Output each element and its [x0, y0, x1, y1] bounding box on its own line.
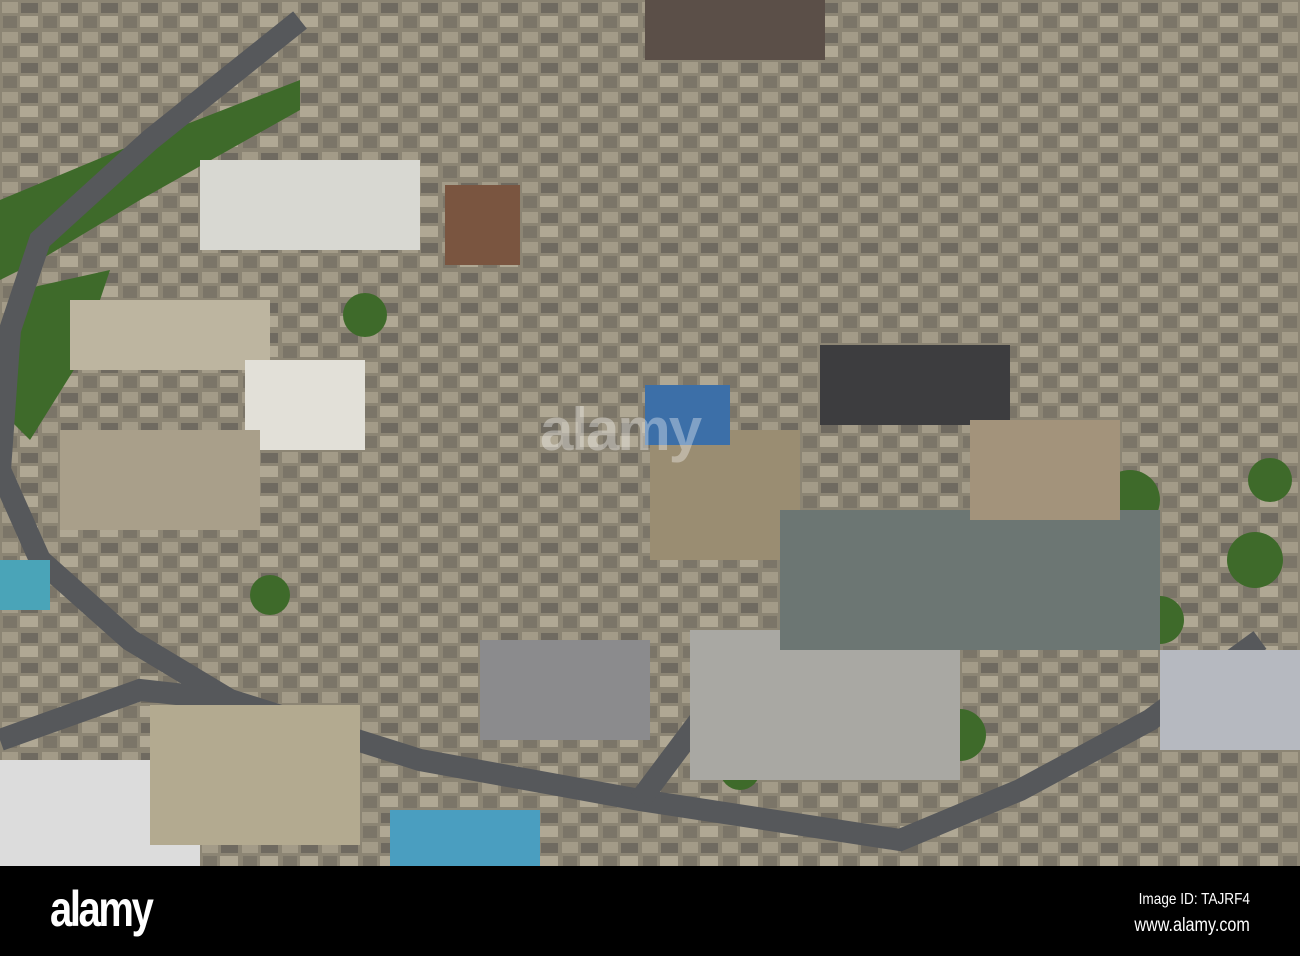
website-link[interactable]: www.alamy.com [1135, 915, 1250, 937]
watermark: alamy [540, 396, 702, 463]
alamy-logo: alamy [50, 881, 154, 937]
stock-banner: alamy Image ID: TAJRF4 www.alamy.com [0, 866, 1300, 956]
image-id: Image ID: TAJRF4 [1138, 891, 1250, 908]
